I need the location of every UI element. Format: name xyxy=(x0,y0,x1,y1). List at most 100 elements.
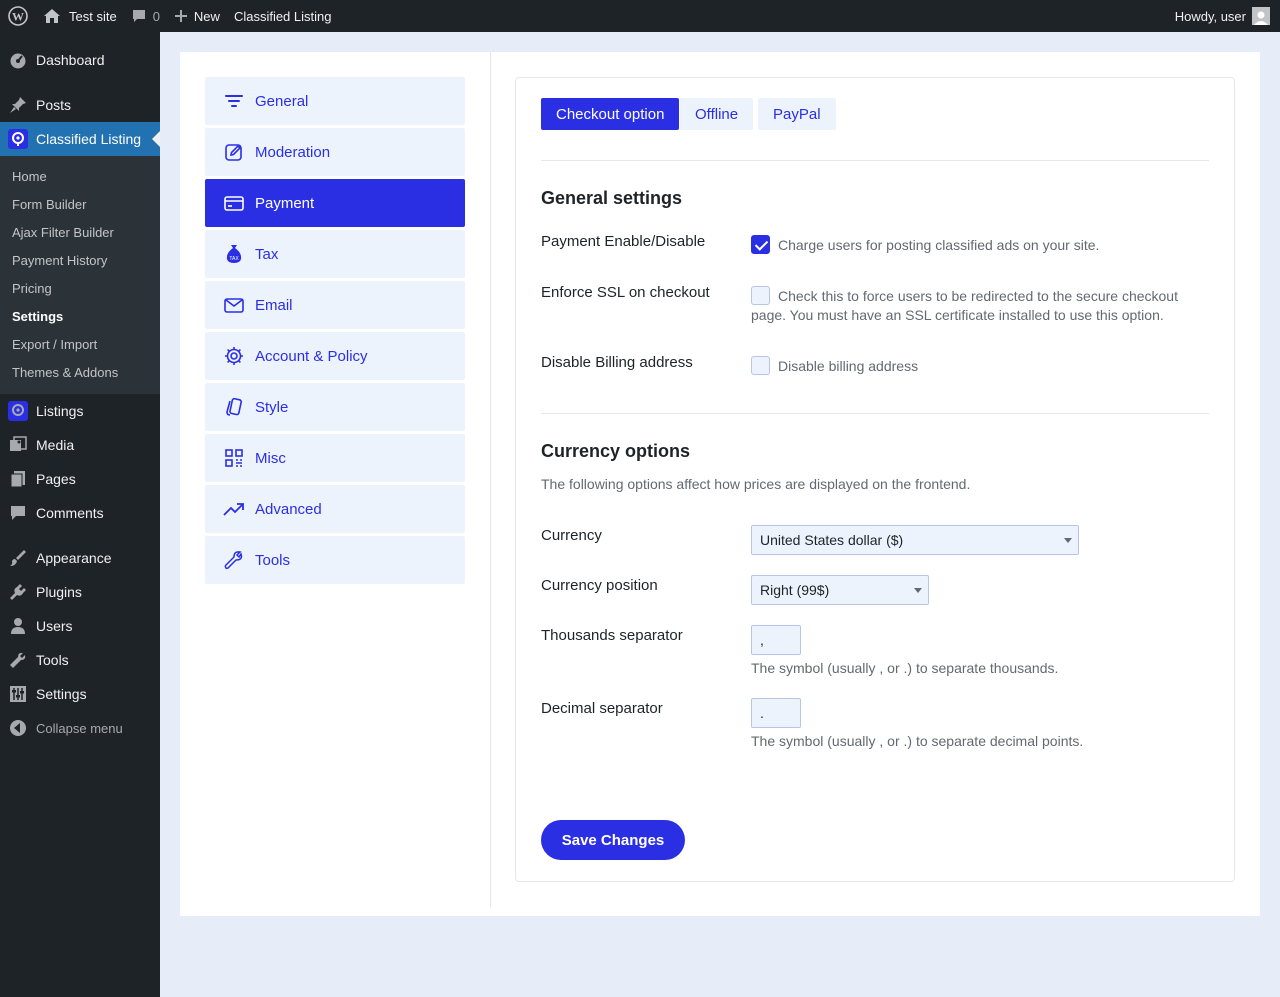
general-settings-title: General settings xyxy=(541,188,683,208)
classified-listing-bar-link[interactable]: Classified Listing xyxy=(227,0,339,32)
classified-listing-submenu: Home Form Builder Ajax Filter Builder Pa… xyxy=(0,156,160,394)
menu-classified-listing[interactable]: Classified Listing xyxy=(0,122,160,156)
comments-icon xyxy=(8,503,28,523)
currency-position-value: Right (99$) xyxy=(760,582,830,598)
menu-pages[interactable]: Pages xyxy=(0,462,160,496)
disable-billing-label: Disable Billing address xyxy=(541,354,693,371)
settings-tab-moderation[interactable]: Moderation xyxy=(205,128,465,176)
menu-users[interactable]: Users xyxy=(0,609,160,643)
submenu-pricing[interactable]: Pricing xyxy=(0,275,160,303)
svg-text:TAX: TAX xyxy=(229,256,239,262)
payment-settings-panel: Checkout option Offline PayPal General s… xyxy=(515,77,1235,882)
disable-billing-field: Disable billing address xyxy=(751,356,918,376)
subtab-checkout-option[interactable]: Checkout option xyxy=(541,98,680,130)
decimal-separator-help: The symbol (usually , or .) to separate … xyxy=(751,733,1084,749)
paintbrush-icon xyxy=(8,548,28,568)
thousands-separator-input[interactable]: , xyxy=(751,625,801,655)
enforce-ssl-text: Check this to force users to be redirect… xyxy=(751,288,1178,323)
enforce-ssl-checkbox[interactable] xyxy=(751,286,770,305)
enforce-ssl-label: Enforce SSL on checkout xyxy=(541,284,710,301)
trending-up-icon xyxy=(223,498,245,520)
site-name: Test site xyxy=(69,8,117,24)
my-account-link[interactable]: Howdy, user xyxy=(1168,0,1280,32)
classified-listing-icon xyxy=(8,129,28,149)
menu-settings[interactable]: Settings xyxy=(0,677,160,711)
menu-appearance[interactable]: Appearance xyxy=(0,541,160,575)
chevron-down-icon xyxy=(914,588,922,597)
pages-icon xyxy=(8,469,28,489)
menu-posts-label: Posts xyxy=(36,97,72,113)
currency-select[interactable]: United States dollar ($) xyxy=(751,525,1079,555)
payment-enable-checkbox[interactable] xyxy=(751,235,770,254)
menu-plugins[interactable]: Plugins xyxy=(0,575,160,609)
menu-tools[interactable]: Tools xyxy=(0,643,160,677)
decimal-separator-label: Decimal separator xyxy=(541,700,663,717)
settings-tab-advanced[interactable]: Advanced xyxy=(205,485,465,533)
menu-tools-label: Tools xyxy=(36,652,69,668)
thousands-separator-help: The symbol (usually , or .) to separate … xyxy=(751,660,1059,676)
pin-icon xyxy=(8,95,28,115)
wrench-icon xyxy=(8,650,28,670)
comment-icon xyxy=(131,8,147,24)
filter-lines-icon xyxy=(223,90,245,112)
settings-tab-account-policy[interactable]: Account & Policy xyxy=(205,332,465,380)
subtab-offline[interactable]: Offline xyxy=(680,98,754,130)
listings-icon xyxy=(8,401,28,421)
settings-tab-label: Misc xyxy=(255,449,286,467)
submenu-payment-history[interactable]: Payment History xyxy=(0,247,160,275)
currency-position-select[interactable]: Right (99$) xyxy=(751,575,929,605)
credit-card-icon xyxy=(223,192,245,214)
collapse-menu-button[interactable]: Collapse menu xyxy=(0,711,160,745)
settings-tab-style[interactable]: Style xyxy=(205,383,465,431)
settings-tab-tools[interactable]: Tools xyxy=(205,536,465,584)
payment-enable-text: Charge users for posting classified ads … xyxy=(778,237,1100,253)
menu-media[interactable]: Media xyxy=(0,428,160,462)
submenu-settings[interactable]: Settings xyxy=(0,303,160,331)
menu-dashboard[interactable]: Dashboard xyxy=(0,43,160,77)
enforce-ssl-field: Check this to force users to be redirect… xyxy=(751,286,1191,325)
sliders-icon xyxy=(8,684,28,704)
submenu-themes-addons[interactable]: Themes & Addons xyxy=(0,359,160,387)
divider xyxy=(541,413,1209,414)
comments-link[interactable]: 0 xyxy=(124,0,167,32)
media-icon xyxy=(8,435,28,455)
submenu-export-import[interactable]: Export / Import xyxy=(0,331,160,359)
currency-value: United States dollar ($) xyxy=(760,532,904,548)
subtab-paypal[interactable]: PayPal xyxy=(758,98,836,130)
disable-billing-checkbox[interactable] xyxy=(751,356,770,375)
currency-label: Currency xyxy=(541,527,602,544)
settings-tabs: General Moderation Payment TAX Tax Email… xyxy=(180,52,491,907)
menu-comments[interactable]: Comments xyxy=(0,496,160,530)
collapse-icon xyxy=(8,718,28,738)
gear-icon xyxy=(223,345,245,367)
submenu-home[interactable]: Home xyxy=(0,163,160,191)
thousands-separator-label: Thousands separator xyxy=(541,627,683,644)
wrench-icon xyxy=(223,549,245,571)
submenu-ajax-filter-builder[interactable]: Ajax Filter Builder xyxy=(0,219,160,247)
disable-billing-text: Disable billing address xyxy=(778,358,919,374)
settings-tab-general[interactable]: General xyxy=(205,77,465,125)
settings-tab-payment[interactable]: Payment xyxy=(205,179,465,227)
settings-tab-misc[interactable]: Misc xyxy=(205,434,465,482)
settings-tab-label: Payment xyxy=(255,194,315,212)
payment-enable-field: Charge users for posting classified ads … xyxy=(751,235,1099,255)
edit-icon xyxy=(223,141,245,163)
menu-classified-listing-label: Classified Listing xyxy=(36,131,142,147)
menu-posts[interactable]: Posts xyxy=(0,88,160,122)
decimal-separator-input[interactable]: . xyxy=(751,698,801,728)
menu-listings[interactable]: Listings xyxy=(0,394,160,428)
payment-enable-label: Payment Enable/Disable xyxy=(541,233,706,250)
menu-listings-label: Listings xyxy=(36,403,84,419)
wordpress-logo-icon[interactable]: W xyxy=(0,0,36,32)
plus-icon xyxy=(174,9,188,23)
site-name-link[interactable]: Test site xyxy=(36,0,124,32)
plug-icon xyxy=(8,582,28,602)
menu-pages-label: Pages xyxy=(36,471,76,487)
settings-tab-label: Style xyxy=(255,398,289,416)
currency-position-label: Currency position xyxy=(541,577,658,594)
settings-tab-email[interactable]: Email xyxy=(205,281,465,329)
save-changes-button[interactable]: Save Changes xyxy=(541,820,685,860)
settings-tab-tax[interactable]: TAX Tax xyxy=(205,230,465,278)
new-content-link[interactable]: New xyxy=(167,0,227,32)
submenu-form-builder[interactable]: Form Builder xyxy=(0,191,160,219)
